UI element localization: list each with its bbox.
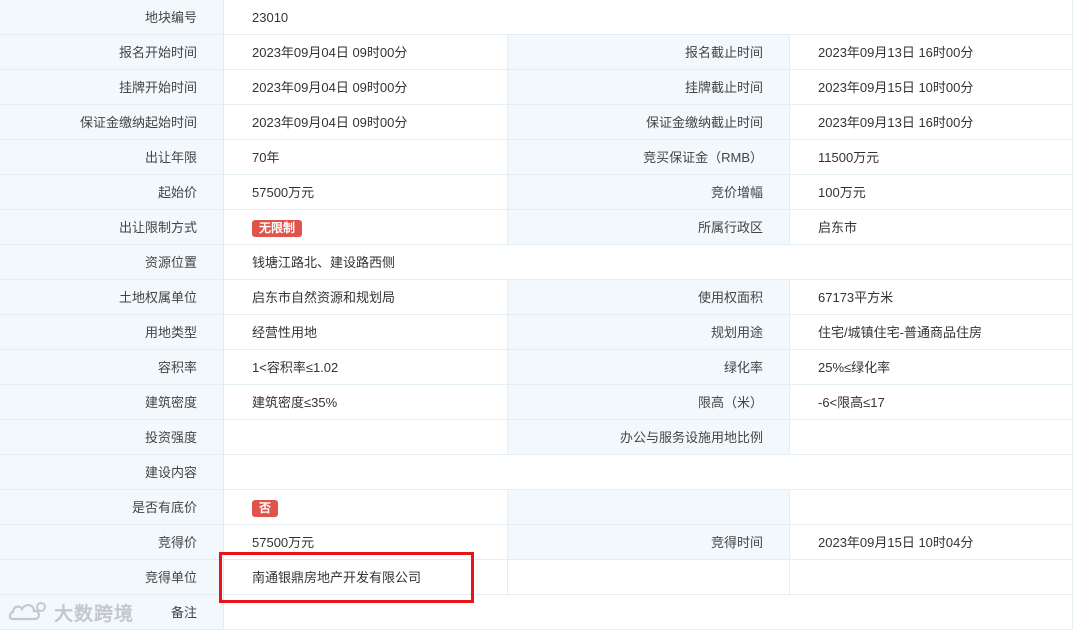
watermark: 大数跨境 [8,597,134,627]
table-row: 起始价 57500万元 竞价增幅 100万元 [0,175,1073,210]
field-label: 起始价 [0,175,224,210]
field-value: 住宅/城镇住宅-普通商品住房 [790,315,1073,350]
field-value: 2023年09月15日 10时04分 [790,525,1073,560]
field-value: 1<容积率≤1.02 [224,350,508,385]
field-value: 100万元 [790,175,1073,210]
field-value: 2023年09月15日 10时00分 [790,70,1073,105]
field-value: 经营性用地 [224,315,508,350]
field-label: 资源位置 [0,245,224,280]
table-row: 建设内容 [0,455,1073,490]
field-label: 建设内容 [0,455,224,490]
table-row: 地块编号 23010 [0,0,1073,35]
table-row: 资源位置 钱塘江路北、建设路西侧 [0,245,1073,280]
winning-bidder-highlight-box [219,552,474,603]
field-label: 是否有底价 [0,490,224,525]
field-value: 建筑密度≤35% [224,385,508,420]
table-row: 备注 [0,595,1073,630]
field-value: 2023年09月13日 16时00分 [790,105,1073,140]
field-label: 地块编号 [0,0,224,35]
field-label: 容积率 [0,350,224,385]
field-label: 竞得单位 [0,560,224,595]
table-row: 保证金缴纳起始时间 2023年09月04日 09时00分 保证金缴纳截止时间 2… [0,105,1073,140]
field-label [508,490,790,525]
field-value: 2023年09月13日 16时00分 [790,35,1073,70]
table-row: 投资强度 办公与服务设施用地比例 [0,420,1073,455]
field-label: 规划用途 [508,315,790,350]
table-row: 挂牌开始时间 2023年09月04日 09时00分 挂牌截止时间 2023年09… [0,70,1073,105]
field-label: 投资强度 [0,420,224,455]
field-label: 报名开始时间 [0,35,224,70]
reserve-price-badge: 否 [252,500,279,518]
field-value: 57500万元 [224,175,508,210]
field-label: 竞得价 [0,525,224,560]
field-value: 67173平方米 [790,280,1073,315]
field-value: 否 [224,490,508,525]
field-value [790,490,1073,525]
cloud-logo-icon [8,602,46,621]
field-value: -6<限高≤17 [790,385,1073,420]
field-value: 启东市自然资源和规划局 [224,280,508,315]
field-label: 出让限制方式 [0,210,224,245]
field-label: 绿化率 [508,350,790,385]
field-value: 2023年09月04日 09时00分 [224,35,508,70]
field-label: 挂牌开始时间 [0,70,224,105]
watermark-text: 大数跨境 [54,603,135,625]
table-row: 土地权属单位 启东市自然资源和规划局 使用权面积 67173平方米 [0,280,1073,315]
field-label: 竞得时间 [508,525,790,560]
field-label: 报名截止时间 [508,35,790,70]
field-label: 竞买保证金（RMB） [508,140,790,175]
field-value: 70年 [224,140,508,175]
field-value [790,560,1073,595]
field-label: 保证金缴纳截止时间 [508,105,790,140]
field-value [224,455,1073,490]
field-label: 土地权属单位 [0,280,224,315]
table-row: 出让限制方式 无限制 所属行政区 启东市 [0,210,1073,245]
field-label: 办公与服务设施用地比例 [508,420,790,455]
field-label: 使用权面积 [508,280,790,315]
field-label: 所属行政区 [508,210,790,245]
field-label: 出让年限 [0,140,224,175]
field-label: 竞价增幅 [508,175,790,210]
table-row: 报名开始时间 2023年09月04日 09时00分 报名截止时间 2023年09… [0,35,1073,70]
restriction-badge: 无限制 [252,220,303,238]
table-row: 竞得单位 南通银鼎房地产开发有限公司 [0,560,1073,595]
field-label: 建筑密度 [0,385,224,420]
field-value [224,420,508,455]
table-row: 是否有底价 否 [0,490,1073,525]
field-label: 挂牌截止时间 [508,70,790,105]
field-value: 启东市 [790,210,1073,245]
field-value: 无限制 [224,210,508,245]
field-label: 用地类型 [0,315,224,350]
field-value: 11500万元 [790,140,1073,175]
field-value: 2023年09月04日 09时00分 [224,105,508,140]
table-row: 容积率 1<容积率≤1.02 绿化率 25%≤绿化率 [0,350,1073,385]
field-label [508,560,790,595]
field-value [790,420,1073,455]
field-label: 限高（米） [508,385,790,420]
field-value: 2023年09月04日 09时00分 [224,70,508,105]
table-row: 用地类型 经营性用地 规划用途 住宅/城镇住宅-普通商品住房 [0,315,1073,350]
field-label: 保证金缴纳起始时间 [0,105,224,140]
field-value: 23010 [224,0,1073,35]
table-row: 出让年限 70年 竞买保证金（RMB） 11500万元 [0,140,1073,175]
table-row: 竞得价 57500万元 竞得时间 2023年09月15日 10时04分 [0,525,1073,560]
table-row: 建筑密度 建筑密度≤35% 限高（米） -6<限高≤17 [0,385,1073,420]
land-info-table: 地块编号 23010 报名开始时间 2023年09月04日 09时00分 报名截… [0,0,1073,630]
field-value: 钱塘江路北、建设路西侧 [224,245,1073,280]
field-value: 25%≤绿化率 [790,350,1073,385]
